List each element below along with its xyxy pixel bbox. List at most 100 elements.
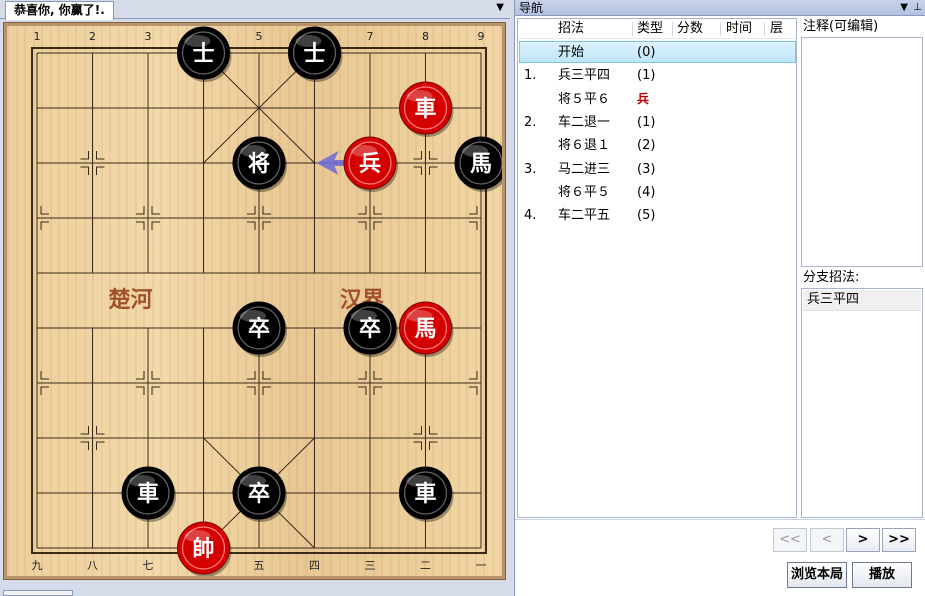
position-marker (151, 221, 160, 230)
piece-label: 士 (192, 42, 214, 67)
position-marker (151, 386, 160, 395)
move-row[interactable]: 4. 车二平五 (5) (518, 204, 796, 227)
moves-list[interactable]: 招法 类型 分数 时间 层 开始 (0) 1. 兵三平四 (1) 将５平６ 兵 2. 车二退一 (… (517, 18, 797, 518)
red-piece[interactable]: 馬 (399, 301, 454, 357)
board-tab-bar: 恭喜你, 你赢了!. ▼ (0, 0, 510, 20)
red-piece[interactable]: 兵 (343, 136, 398, 192)
move-row[interactable]: 将５平６ 兵 (518, 88, 796, 111)
black-piece[interactable]: 卒 (343, 301, 398, 357)
next-move-button[interactable]: > (846, 528, 880, 552)
position-marker (358, 371, 367, 380)
move-type: (1) (637, 114, 656, 130)
piece-label: 卒 (248, 316, 270, 342)
move-row[interactable]: 将６平５ (4) (518, 181, 796, 204)
move-row[interactable]: 3. 马二进三 (3) (518, 158, 796, 181)
black-piece[interactable]: 士 (177, 26, 232, 82)
column-divider[interactable] (672, 22, 673, 36)
position-marker (429, 151, 438, 160)
branch-list[interactable]: 兵三平四 (801, 288, 923, 518)
position-marker (96, 426, 105, 435)
move-name: 兵三平四 (558, 68, 611, 84)
move-number: 4. (524, 208, 537, 224)
move-row[interactable]: 将６退１ (2) (518, 134, 796, 157)
red-piece[interactable]: 帥 (177, 521, 232, 576)
piece-label: 車 (414, 482, 436, 507)
black-piece[interactable]: 士 (288, 26, 343, 82)
position-marker (469, 221, 478, 230)
move-name: 马二进三 (558, 161, 611, 177)
column-divider[interactable] (632, 22, 633, 36)
piece-label: 車 (414, 97, 436, 122)
column-divider[interactable] (720, 22, 721, 36)
last-move-button[interactable]: >> (882, 528, 916, 552)
move-row[interactable]: 开始 (0) (518, 41, 796, 64)
position-marker (96, 166, 105, 175)
black-piece[interactable]: 卒 (232, 466, 287, 522)
piece-label: 兵 (359, 152, 381, 177)
top-coordinate: 1 (34, 30, 41, 43)
move-name: 将６平５ (558, 184, 611, 200)
comment-textarea[interactable] (801, 37, 923, 267)
column-divider[interactable] (764, 22, 765, 36)
black-piece[interactable]: 将 (232, 136, 287, 192)
col-score-header[interactable]: 分数 (677, 21, 703, 37)
top-coordinate: 8 (422, 30, 429, 43)
board-tab[interactable]: 恭喜你, 你赢了!. (5, 1, 114, 20)
position-marker (40, 386, 49, 395)
piece-label: 士 (303, 42, 325, 67)
position-marker (358, 206, 367, 215)
board-svg: 楚河汉界123456789九八七六五四三二一士士車将兵馬卒卒馬車卒車帥 (31, 26, 502, 576)
play-button[interactable]: 播放 (852, 562, 912, 588)
position-marker (373, 371, 382, 380)
piece-label: 車 (137, 482, 159, 507)
bottom-coordinate: 九 (32, 559, 43, 572)
red-piece[interactable]: 車 (399, 81, 454, 137)
position-marker (40, 371, 49, 380)
piece-label: 馬 (414, 317, 436, 342)
col-type-header[interactable]: 类型 (637, 21, 663, 37)
dropdown-arrow-icon[interactable]: ▼ (496, 2, 504, 14)
position-marker (40, 206, 49, 215)
position-marker (247, 371, 256, 380)
position-marker (262, 206, 271, 215)
bottom-coordinate: 五 (254, 559, 265, 572)
col-move-header[interactable]: 招法 (558, 21, 584, 37)
comment-label: 注释(可编辑) (799, 18, 924, 36)
move-type: (0) (637, 45, 656, 60)
move-number: 2. (524, 114, 537, 130)
move-row[interactable]: 2. 车二退一 (1) (518, 111, 796, 134)
browse-game-button[interactable]: 浏览本局 (787, 562, 847, 588)
chessboard[interactable]: 楚河汉界123456789九八七六五四三二一士士車将兵馬卒卒馬車卒車帥 (7, 26, 502, 576)
black-piece[interactable]: 車 (399, 466, 454, 522)
col-time-header[interactable]: 时间 (726, 21, 752, 37)
board-bottom-strip (0, 582, 510, 596)
pin-icon[interactable]: ⊥ (913, 0, 922, 16)
black-piece[interactable]: 馬 (454, 136, 502, 192)
position-marker (413, 166, 422, 175)
move-type: (1) (637, 68, 656, 84)
position-marker (373, 221, 382, 230)
river-left-text: 楚河 (108, 288, 152, 313)
piece-label: 馬 (470, 152, 492, 177)
position-marker (96, 441, 105, 450)
move-row[interactable]: 1. 兵三平四 (1) (518, 64, 796, 87)
position-marker (358, 386, 367, 395)
move-name: 车二平五 (558, 208, 611, 224)
black-piece[interactable]: 車 (121, 466, 176, 522)
branch-item[interactable]: 兵三平四 (803, 290, 921, 311)
first-move-button[interactable]: << (773, 528, 807, 552)
black-piece[interactable]: 卒 (232, 301, 287, 357)
board-panel: 恭喜你, 你赢了!. ▼ 楚河汉界123456789九八七六五四三二一士士車将兵… (0, 0, 510, 596)
dropdown-arrow-icon[interactable]: ▼ (900, 0, 908, 16)
bottom-coordinate: 三 (365, 559, 376, 572)
piece-label: 帥 (192, 536, 214, 562)
position-marker (373, 386, 382, 395)
col-depth-header[interactable]: 层 (770, 21, 783, 37)
position-marker (80, 151, 89, 160)
board-bottom-tab[interactable] (3, 590, 73, 596)
nav-title: 导航 (519, 1, 544, 15)
position-marker (96, 151, 105, 160)
position-marker (136, 206, 145, 215)
bottom-coordinate: 八 (87, 559, 98, 572)
prev-move-button[interactable]: < (810, 528, 844, 552)
